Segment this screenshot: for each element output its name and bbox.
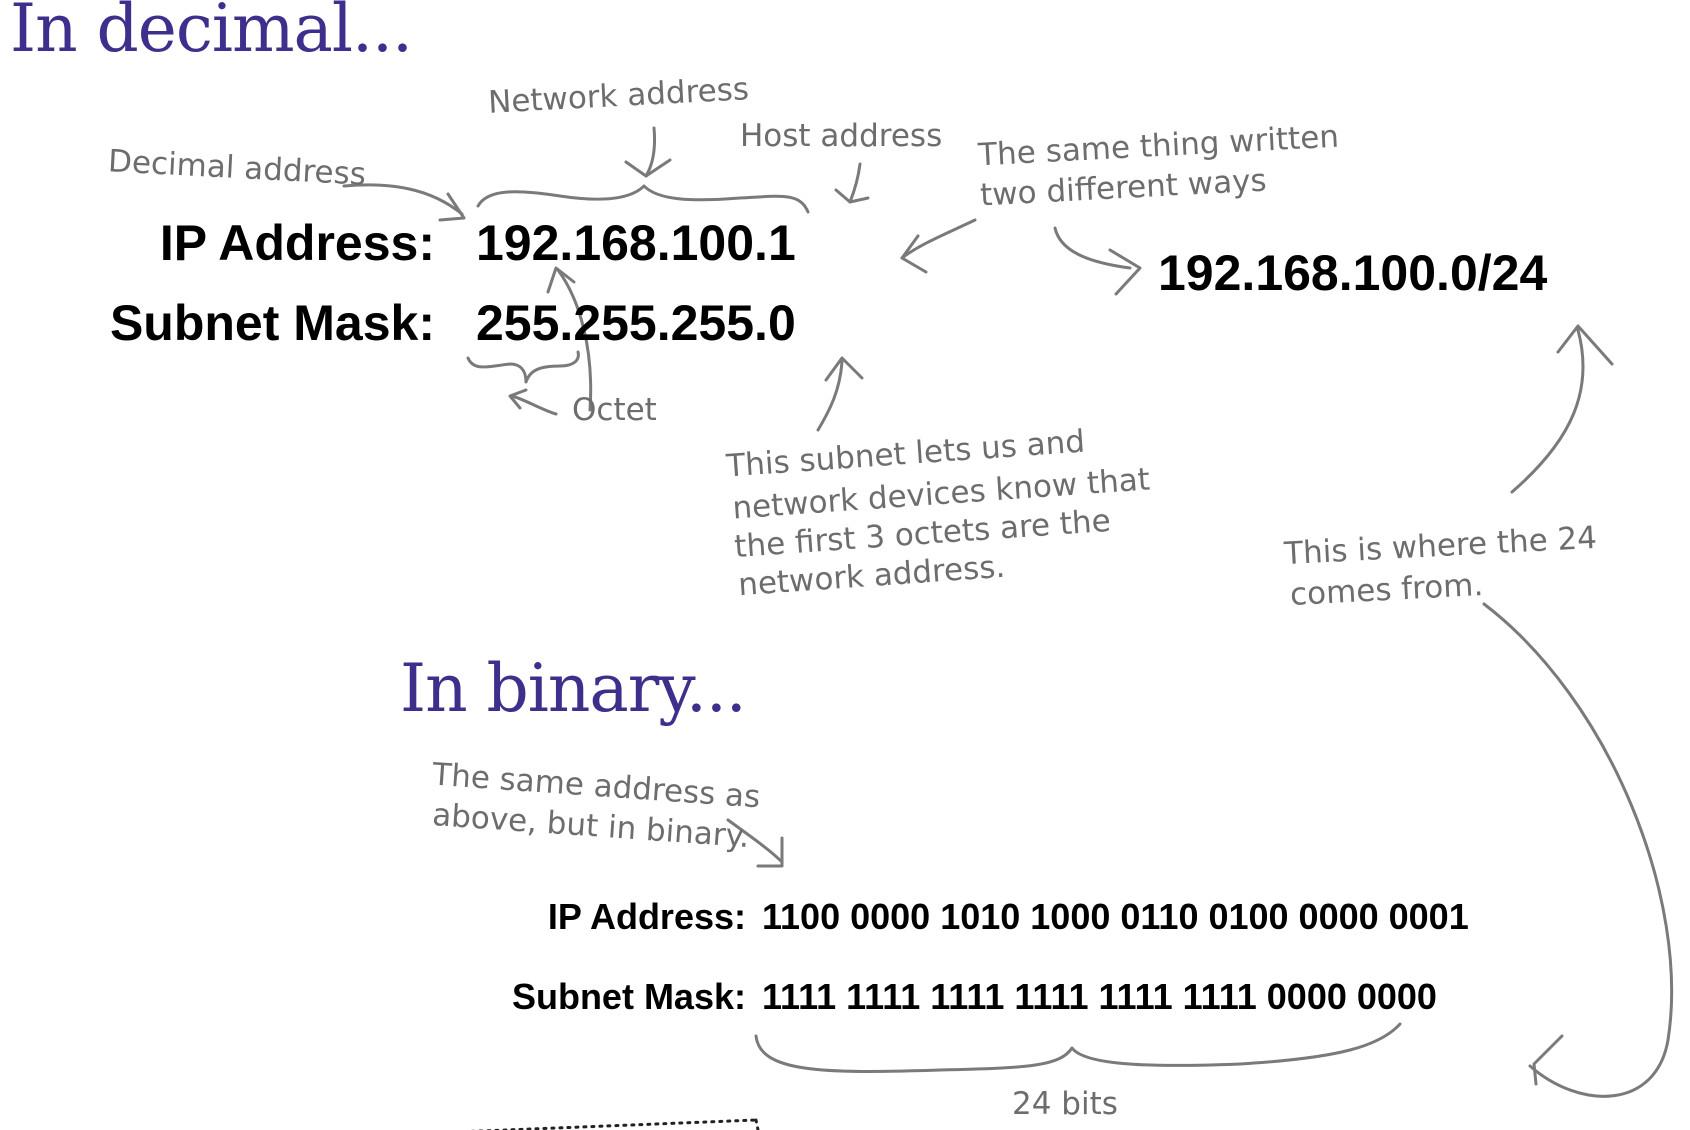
- same-left-arrow-head: [900, 234, 928, 274]
- host-address-label: Host address: [740, 118, 943, 154]
- dotted-line-tick: [754, 1118, 760, 1130]
- binary-heading: In binary...: [400, 650, 747, 727]
- decimal-ip-value: 192.168.100.1: [476, 215, 796, 271]
- where-24-arrow: [1510, 328, 1585, 494]
- bits-brace: [754, 1022, 1402, 1073]
- octet-label: Octet: [572, 392, 657, 428]
- network-arrow: [644, 126, 656, 178]
- network-arrow-head: [624, 158, 672, 178]
- binary-mask-label: Subnet Mask:: [511, 976, 746, 1017]
- binary-ip-value: 1100 0000 1010 1000 0110 0100 0000 0001: [762, 896, 1469, 937]
- decimal-mask-label: Subnet Mask:: [109, 295, 435, 351]
- where-24-arrow-head: [1556, 324, 1614, 366]
- decimal-heading: In decimal...: [10, 0, 413, 67]
- same-right-arrow-head: [1108, 248, 1142, 296]
- binary-mask-value: 1111 1111 1111 1111 1111 1111 0000 0000: [762, 976, 1437, 1017]
- loop-arrow-head: [1532, 1034, 1564, 1086]
- host-arrow: [848, 162, 862, 204]
- decimal-mask-value: 255.255.255.0: [476, 295, 796, 351]
- octet-brace: [466, 350, 580, 384]
- bits-24-label: 24 bits: [1012, 1086, 1118, 1122]
- loop-arrow: [1482, 602, 1674, 1098]
- decimal-ip-label: IP Address:: [159, 215, 435, 271]
- network-brace: [476, 184, 810, 214]
- subnet-note-arrow-head: [824, 356, 864, 382]
- binary-ip-label: IP Address:: [547, 896, 746, 937]
- cidr-notation: 192.168.100.0/24: [1158, 245, 1548, 301]
- same-right-arrow: [1053, 226, 1132, 270]
- same-left-arrow: [900, 218, 977, 260]
- dotted-line: [468, 1118, 758, 1130]
